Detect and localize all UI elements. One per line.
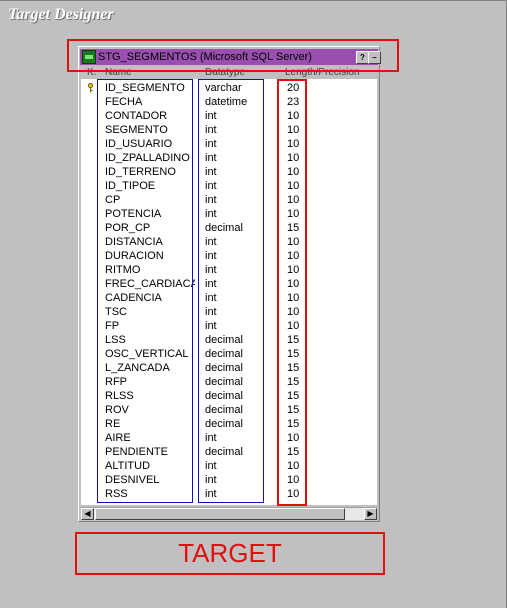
scroll-left-icon[interactable]: ◀ [81,508,94,520]
scroll-right-icon[interactable]: ▶ [364,508,377,520]
target-designer-canvas[interactable]: Target Designer STG_SEGMENTOS (Microsoft… [0,0,507,608]
primary-key-icon [87,83,94,93]
canvas-top-border [0,0,507,1]
scrollbar-thumb[interactable] [95,508,345,520]
horizontal-scrollbar[interactable]: ◀ ▶ [81,507,377,520]
length-column-highlight-box [277,79,307,506]
workspace-title: Target Designer [8,6,114,23]
name-column-highlight-box [97,79,193,503]
datatype-column-highlight-box [198,79,264,503]
title-highlight-box [67,39,399,72]
target-annotation-label: TARGET [75,532,385,575]
